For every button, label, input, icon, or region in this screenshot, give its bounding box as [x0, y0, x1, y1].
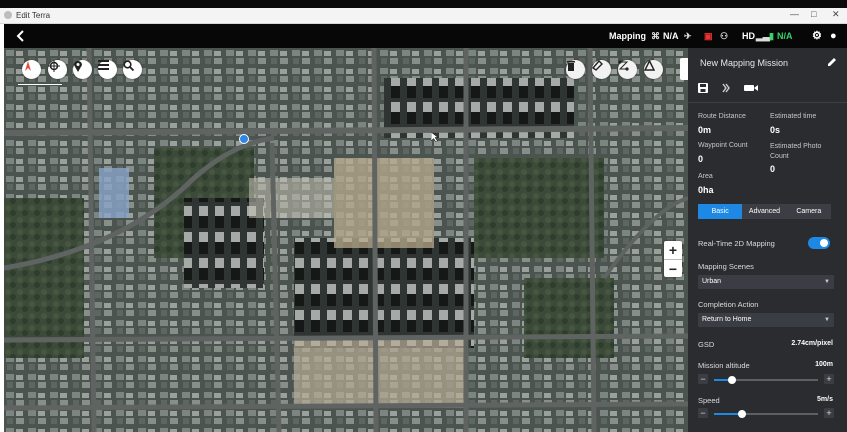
waypoint-count-value: 0 — [698, 154, 704, 164]
drone-icon: ⚇ — [720, 31, 729, 41]
panel-header: New Mapping Mission — [688, 48, 847, 78]
app-icon — [4, 11, 12, 19]
locate-icon[interactable] — [48, 60, 67, 79]
satellite-map[interactable]: + − — [4, 48, 688, 432]
screen-top-border — [0, 0, 847, 8]
app-toolbar: Mapping ⌘ N/A ✈ ▣ ⚇ HD ▂▃ ▮ N/A ⚙ ● — [4, 24, 847, 48]
realtime-mapping-toggle[interactable] — [808, 237, 830, 249]
mission-panel: New Mapping Mission Route Distance 0m Es… — [688, 48, 847, 432]
takeoff-icon[interactable] — [722, 83, 731, 93]
scale-bar — [18, 84, 62, 85]
area-label: Area — [698, 173, 713, 180]
completion-action-select[interactable]: Return to Home ▼ — [698, 313, 834, 327]
drone-signal: ⚇ — [720, 24, 731, 48]
altitude-increase-button[interactable]: + — [824, 374, 834, 384]
menu-icon[interactable] — [98, 60, 117, 79]
route-distance-value: 0m — [698, 125, 712, 135]
mission-altitude-label: Mission altitude — [698, 361, 750, 370]
completion-action-value: Return to Home — [702, 316, 752, 323]
route-icon[interactable] — [618, 60, 637, 79]
completion-action-label: Completion Action — [698, 300, 759, 309]
mouse-cursor-icon — [431, 132, 439, 142]
panel-title: New Mapping Mission — [700, 58, 789, 68]
user-icon[interactable]: ● — [830, 24, 837, 48]
route-distance-stat: Route Distance 0m — [698, 113, 746, 135]
tab-camera[interactable]: Camera — [787, 204, 831, 219]
satellite-icon: ✈ — [684, 31, 692, 41]
tab-basic[interactable]: Basic — [698, 204, 743, 219]
speed-track[interactable] — [714, 410, 818, 418]
action-icon-row — [688, 78, 847, 100]
altitude-decrease-button[interactable]: − — [698, 374, 708, 384]
window-title: Edit Terra — [16, 11, 51, 20]
save-icon[interactable] — [698, 83, 708, 93]
gear-icon[interactable]: ⚙ — [812, 24, 822, 48]
window-titlebar: Edit Terra — □ ✕ — [0, 8, 847, 24]
zoom-out-button[interactable]: − — [664, 260, 682, 278]
speed-slider[interactable]: − + — [698, 408, 834, 420]
estimated-photo-label: Estimated Photo Count — [770, 143, 822, 160]
mapping-scenes-label: Mapping Scenes — [698, 262, 754, 271]
battery-icon: ▮ — [769, 31, 774, 41]
tab-advanced[interactable]: Advanced — [742, 204, 786, 219]
satellite-signal: ✈ — [684, 24, 695, 48]
signal-bars-icon: ▂▃ — [756, 31, 770, 41]
panel-collapse-tab[interactable] — [680, 58, 688, 80]
speed-increase-button[interactable]: + — [824, 408, 834, 418]
area-value: 0ha — [698, 185, 714, 195]
close-button[interactable]: ✕ — [832, 9, 840, 20]
map-imagery — [4, 48, 688, 432]
zoom-in-button[interactable]: + — [664, 241, 682, 259]
rtk-icon: ⌘ — [651, 31, 660, 41]
chevron-down-icon: ▼ — [824, 279, 830, 285]
pin-icon[interactable] — [73, 60, 92, 79]
altitude-thumb[interactable] — [727, 376, 736, 384]
area-stat: Area 0ha — [698, 173, 714, 195]
route-distance-label: Route Distance — [698, 113, 746, 120]
zoom-control: + − — [664, 241, 682, 277]
simulate-icon[interactable] — [744, 83, 758, 93]
erase-icon[interactable] — [592, 60, 611, 79]
altitude-slider[interactable]: − + — [698, 374, 834, 386]
mission-stats: Route Distance 0m Estimated time 0s Wayp… — [688, 105, 847, 245]
estimated-time-stat: Estimated time 0s — [770, 113, 816, 135]
waypoint-count-label: Waypoint Count — [698, 142, 748, 149]
mapping-scenes-value: Urban — [702, 278, 722, 285]
rtk-status: ⌘ N/A — [651, 24, 679, 48]
mission-altitude-value: 100m — [815, 361, 833, 368]
pencil-icon[interactable] — [827, 57, 837, 67]
remote-controller-icon: ▣ — [704, 31, 713, 41]
speed-decrease-button[interactable]: − — [698, 408, 708, 418]
gsd-label: GSD — [698, 340, 715, 349]
trash-icon[interactable] — [566, 60, 585, 79]
video-link-status: HD — [742, 31, 755, 41]
polygon-icon[interactable] — [644, 60, 663, 79]
compass-icon[interactable] — [22, 60, 41, 79]
estimated-photo-value: 0 — [770, 164, 776, 174]
altitude-track[interactable] — [714, 376, 818, 384]
gsd-value: 2.74cm/pixel — [791, 340, 833, 347]
settings-tabs: Basic Advanced Camera — [698, 204, 831, 219]
back-arrow-icon[interactable] — [14, 29, 28, 43]
speed-thumb[interactable] — [738, 410, 747, 418]
speed-value: 5m/s — [817, 396, 833, 403]
maximize-button[interactable]: □ — [811, 9, 816, 19]
search-icon[interactable] — [123, 60, 142, 79]
mode-label: Mapping — [609, 31, 646, 41]
remote-signal: ▣ — [704, 24, 716, 48]
chevron-down-icon: ▼ — [824, 317, 830, 323]
minimize-button[interactable]: — — [790, 9, 799, 19]
estimated-photo-stat: Estimated Photo Count 0 — [770, 142, 830, 174]
estimated-time-label: Estimated time — [770, 113, 817, 120]
realtime-mapping-label: Real-Time 2D Mapping — [698, 239, 775, 248]
speed-label: Speed — [698, 396, 720, 405]
waypoint-count-stat: Waypoint Count 0 — [698, 142, 748, 164]
battery-status: ▮ N/A — [769, 24, 792, 48]
mapping-scenes-select[interactable]: Urban ▼ — [698, 275, 834, 289]
estimated-time-value: 0s — [770, 125, 781, 135]
home-point-marker — [239, 134, 249, 144]
